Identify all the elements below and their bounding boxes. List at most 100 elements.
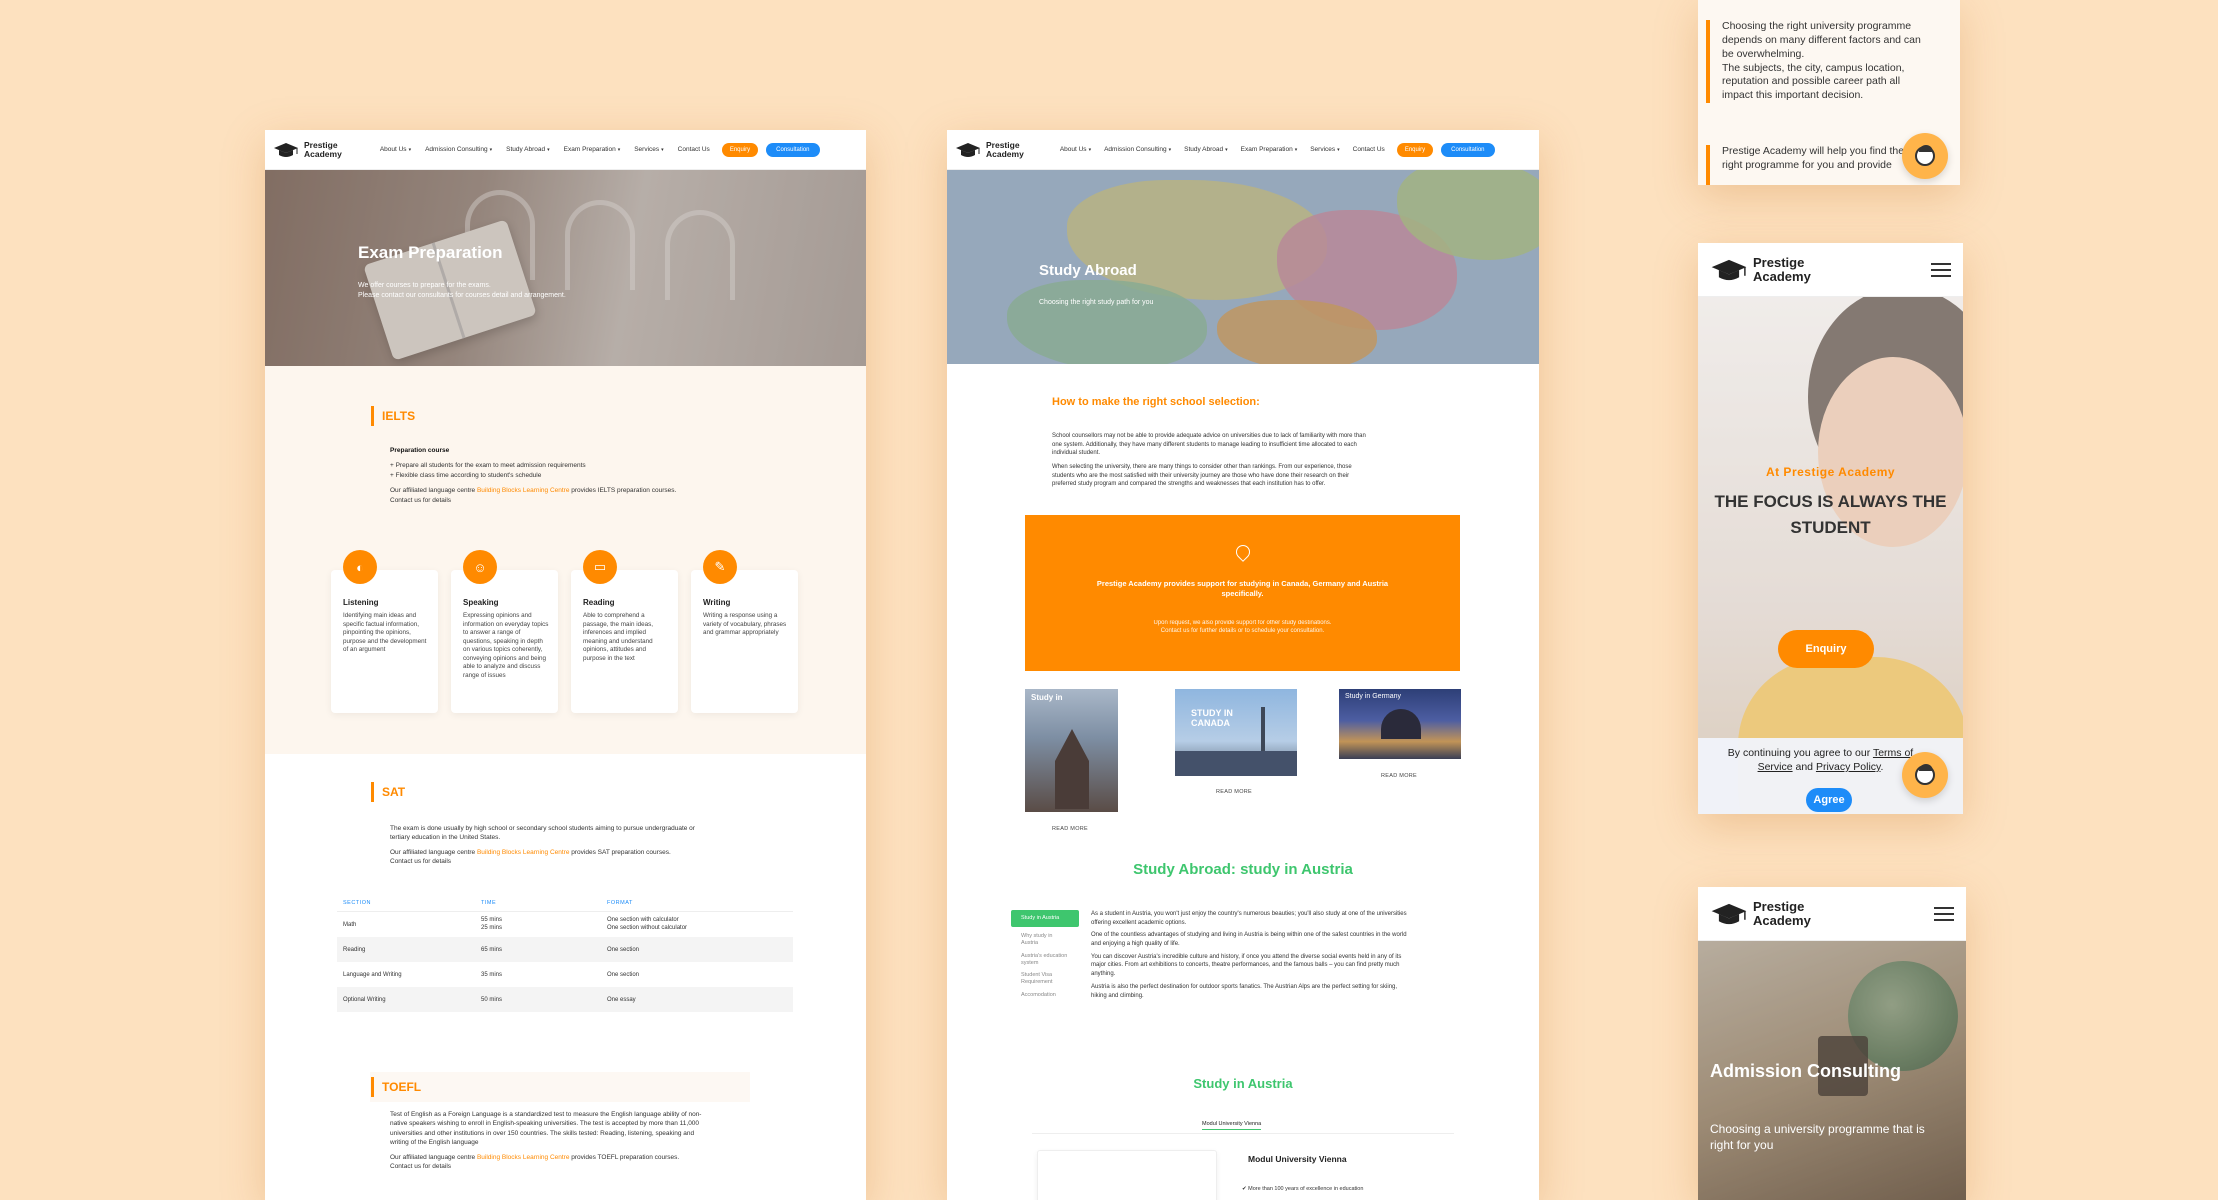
ielts-description: Preparation course + Prepare all student… — [390, 447, 677, 504]
read-more-link[interactable]: READ MORE — [1381, 773, 1417, 779]
table-cell: 50 mins — [481, 996, 503, 1003]
hero-kicker: At Prestige Academy — [1765, 465, 1896, 479]
exam-preparation-page: Prestige Academy About Us ▾ Admission Cons… — [265, 130, 866, 1200]
country-card-germany[interactable]: Study in Germany — [1339, 689, 1461, 759]
study-abroad-page: Prestige Academy About Us ▾ Admission Cons… — [947, 130, 1539, 1200]
sat-section: SAT The exam is done usually by high sch… — [265, 754, 866, 1064]
nav-links: About Us ▾ Admission Consulting ▾ Study Ab… — [380, 146, 710, 153]
table-cell: 65 mins — [481, 946, 503, 953]
cookie-banner: By continuing you agree to our Terms of … — [1698, 738, 1963, 814]
country-card-canada[interactable]: STUDY IN CANADA — [1175, 689, 1297, 776]
hero-overlay — [947, 170, 1539, 364]
support-banner: Prestige Academy provides support for st… — [1025, 515, 1460, 671]
affiliate-link[interactable]: Building Blocks Learning Centre — [477, 1154, 570, 1161]
brand-name: Prestige Academy — [986, 139, 1024, 159]
austria-section-heading: Study Abroad: study in Austria — [1133, 861, 1353, 878]
brand-name: Prestige Academy — [304, 139, 342, 159]
tab-modul-university[interactable]: Modul University Vienna — [1202, 1121, 1262, 1130]
nav-exam-preparation[interactable]: Exam Preparation ▾ — [1241, 146, 1298, 153]
exam-hero-banner: Exam Preparation We offer courses to pre… — [265, 170, 866, 366]
hero-subtitle: Choosing a university programme that is … — [1710, 1122, 1925, 1153]
location-pin-icon — [1233, 542, 1253, 562]
tab-why-study-in-austria[interactable]: Why study in Austria — [1011, 930, 1079, 950]
table-cell: One essay — [607, 996, 636, 1003]
read-more-link[interactable]: READ MORE — [1052, 826, 1088, 832]
study-in-austria-heading: Study in Austria — [1193, 1076, 1293, 1091]
skill-title: Listening — [343, 598, 379, 607]
ielts-heading: IELTS — [371, 406, 415, 426]
hero-subtitle: We offer courses to prepare for the exam… — [358, 282, 566, 299]
tab-study-in-austria[interactable]: Study in Austria — [1011, 910, 1079, 927]
table-cell: Language and Writing — [343, 971, 402, 978]
hero-overlay — [265, 170, 866, 366]
top-nav: Prestige Academy About Us ▾ Admission Cons… — [947, 130, 1539, 170]
university-bullet: ✔ More than 100 years of excellence in e… — [1242, 1186, 1364, 1192]
hamburger-menu-icon[interactable] — [1934, 903, 1954, 925]
chevron-down-icon: ▾ — [547, 147, 550, 153]
agree-button[interactable]: Agree — [1806, 788, 1852, 812]
chatbot-icon[interactable] — [1902, 133, 1948, 179]
selection-heading: How to make the right school selection: — [1052, 396, 1260, 408]
skill-description: Expressing opinions and information on e… — [463, 612, 549, 679]
enquiry-button[interactable]: Enquiry — [1778, 630, 1874, 668]
chevron-down-icon: ▾ — [1337, 147, 1340, 153]
speech-icon: ☺ — [463, 550, 497, 584]
chevron-down-icon: ▾ — [617, 147, 621, 153]
privacy-link[interactable]: Privacy Policy — [1816, 761, 1881, 773]
column-header[interactable]: FORMAT — [607, 900, 793, 906]
column-header[interactable]: TIME — [481, 900, 607, 906]
nav-admission-consulting[interactable]: Admission Consulting ▾ — [425, 146, 492, 153]
read-more-link[interactable]: READ MORE — [1216, 789, 1252, 795]
chevron-down-icon: ▾ — [1294, 147, 1298, 153]
chatbot-icon[interactable] — [1902, 752, 1948, 798]
skill-title: Speaking — [463, 598, 499, 607]
nav-links: About Us ▾ Admission Consulting ▾ Study Ab… — [1060, 146, 1385, 153]
brand-logo[interactable]: Prestige Academy — [273, 139, 342, 159]
skill-title: Reading — [583, 598, 615, 607]
graduation-cap-icon — [1711, 259, 1747, 280]
country-card-austria[interactable]: Study in — [1025, 689, 1118, 812]
tab-accomodation[interactable]: Accomodation — [1011, 989, 1079, 1002]
austria-side-tabs: Study in Austria Why study in Austria Au… — [1011, 910, 1079, 1002]
brand-logo[interactable]: Prestige Academy — [1710, 256, 1811, 283]
brand-name: Prestige Academy — [1753, 254, 1811, 284]
nav-services[interactable]: Services ▾ — [1310, 146, 1339, 153]
table-row: Reading 65 mins One section — [337, 937, 793, 962]
affiliate-link[interactable]: Building Blocks Learning Centre — [477, 487, 570, 494]
toefl-heading: TOEFL — [371, 1077, 421, 1097]
page-title: Admission Consulting — [1710, 1061, 1901, 1081]
chevron-down-icon: ▾ — [1088, 147, 1092, 153]
chevron-down-icon: ▾ — [408, 147, 412, 153]
nav-contact-us[interactable]: Contact Us — [678, 146, 710, 153]
nav-about-us[interactable]: About Us ▾ — [1060, 146, 1091, 153]
tab-student-visa-requirement[interactable]: Student Visa Requirement — [1011, 969, 1079, 989]
nav-study-abroad[interactable]: Study Abroad ▾ — [1184, 146, 1228, 153]
enquiry-button[interactable]: Enquiry — [721, 142, 759, 157]
brand-logo[interactable]: Prestige Academy — [1710, 900, 1811, 927]
nav-contact-us[interactable]: Contact Us — [1353, 146, 1385, 153]
consultation-button[interactable]: Consultation — [766, 142, 820, 157]
nav-about-us[interactable]: About Us ▾ — [380, 146, 411, 153]
column-header[interactable]: SECTION — [337, 900, 481, 906]
tab-austria-education-system[interactable]: Austria's education system — [1011, 950, 1079, 970]
hero-overlay — [1698, 297, 1963, 814]
nav-admission-consulting[interactable]: Admission Consulting ▾ — [1104, 146, 1171, 153]
hamburger-menu-icon[interactable] — [1931, 259, 1951, 281]
university-name: Modul University Vienna — [1248, 1154, 1347, 1164]
table-cell: Math — [343, 921, 357, 928]
nav-services[interactable]: Services ▾ — [634, 146, 663, 153]
page-title: Exam Preparation — [358, 243, 503, 262]
skill-card-listening: ◐ Listening Identifying main ideas and s… — [331, 550, 438, 713]
enquiry-button[interactable]: Enquiry — [1396, 142, 1434, 157]
consultation-button[interactable]: Consultation — [1441, 142, 1495, 157]
affiliate-link[interactable]: Building Blocks Learning Centre — [477, 849, 570, 856]
book-icon: ▭ — [583, 550, 617, 584]
pen-icon: ✎ — [703, 550, 737, 584]
nav-study-abroad[interactable]: Study Abroad ▾ — [506, 146, 550, 153]
table-cell: One section — [607, 946, 640, 953]
nav-exam-preparation[interactable]: Exam Preparation ▾ — [564, 146, 621, 153]
toefl-description: Test of English as a Foreign Language is… — [390, 1111, 702, 1171]
selection-text: School counsellors may not be able to pr… — [1052, 433, 1366, 488]
graduation-cap-icon — [956, 142, 980, 157]
brand-logo[interactable]: Prestige Academy — [955, 139, 1024, 159]
